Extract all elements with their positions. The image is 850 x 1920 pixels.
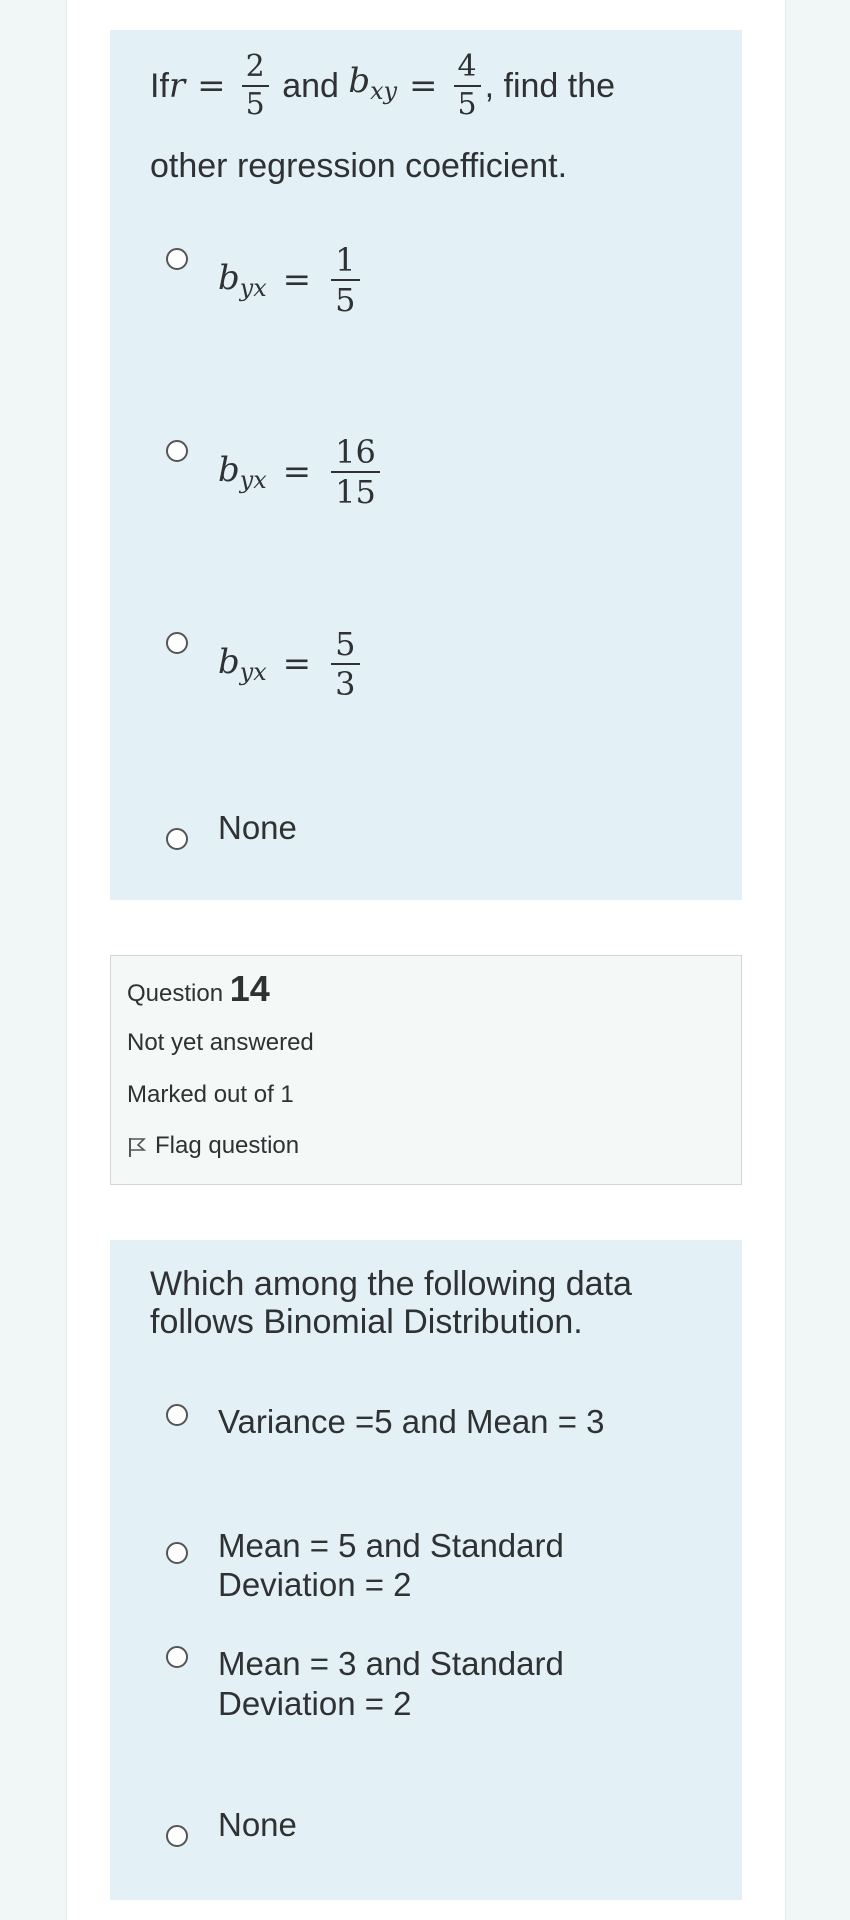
flag-question-link[interactable]: Flag question bbox=[127, 1132, 299, 1160]
option-d-label: None bbox=[218, 809, 297, 846]
option-c-label-line-2: Deviation = 2 bbox=[218, 1685, 412, 1722]
question-text-line-2: other regression coefficient. bbox=[150, 147, 568, 185]
question-state: Not yet answered bbox=[127, 1029, 314, 1056]
r-variable: r bbox=[168, 66, 186, 106]
question-grade: Marked out of 1 bbox=[127, 1081, 294, 1108]
equals-sign: = bbox=[197, 66, 226, 106]
option-b-label: byx = 16 15 bbox=[218, 436, 384, 508]
option-c-radio[interactable] bbox=[166, 632, 188, 654]
question-text-line-2: follows Binomial Distribution. bbox=[150, 1303, 583, 1341]
bxy-numerator: 4 bbox=[457, 49, 477, 84]
and-word: and bbox=[272, 67, 349, 105]
option-d-label: None bbox=[218, 1806, 297, 1843]
r-denominator: 5 bbox=[245, 87, 265, 122]
option-b-fraction: 16 15 bbox=[331, 436, 380, 508]
bxy-symbol: bxy bbox=[348, 60, 398, 106]
option-c-label: byx = 5 3 bbox=[218, 628, 364, 700]
option-b-label-line-1: Mean = 5 and Standard bbox=[218, 1527, 564, 1564]
question-text-line-1: If r = 2 5 and bxy = 4 5 , find the bbox=[150, 52, 615, 120]
question-14-info: Question 14 Not yet answered Marked out … bbox=[110, 955, 742, 1185]
question-text-suffix: , find the bbox=[484, 67, 616, 105]
option-b-label-line-2: Deviation = 2 bbox=[218, 1566, 412, 1603]
bxy-fraction: 4 5 bbox=[453, 49, 481, 122]
question-number: Question 14 bbox=[127, 968, 270, 1010]
option-b-radio[interactable] bbox=[166, 1542, 188, 1564]
option-a-label: byx = 1 5 bbox=[218, 244, 364, 316]
option-d-radio[interactable] bbox=[166, 1825, 188, 1847]
option-d-radio[interactable] bbox=[166, 828, 188, 850]
option-a-label: Variance =5 and Mean = 3 bbox=[218, 1403, 605, 1440]
question-number-value: 14 bbox=[229, 968, 270, 1009]
r-fraction: 2 5 bbox=[241, 49, 269, 122]
question-text-line-1: Which among the following data bbox=[150, 1265, 632, 1303]
option-c-radio[interactable] bbox=[166, 1646, 188, 1668]
option-b-radio[interactable] bbox=[166, 440, 188, 462]
bxy-denominator: 5 bbox=[457, 87, 477, 122]
question-13-formulation: If r = 2 5 and bxy = 4 5 , find the othe… bbox=[110, 30, 742, 900]
option-c-label-line-1: Mean = 3 and Standard bbox=[218, 1645, 564, 1682]
option-c-fraction: 5 3 bbox=[331, 628, 360, 700]
option-a-radio[interactable] bbox=[166, 248, 188, 270]
r-numerator: 2 bbox=[245, 49, 265, 84]
question-text-prefix: If bbox=[150, 67, 169, 105]
option-a-fraction: 1 5 bbox=[331, 244, 360, 316]
flag-icon bbox=[129, 1137, 147, 1157]
flag-question-label: Flag question bbox=[155, 1132, 300, 1159]
question-label: Question bbox=[127, 980, 230, 1007]
option-a-radio[interactable] bbox=[166, 1404, 188, 1426]
equals-sign: = bbox=[409, 66, 438, 106]
question-14-formulation: Which among the following data follows B… bbox=[110, 1240, 742, 1900]
